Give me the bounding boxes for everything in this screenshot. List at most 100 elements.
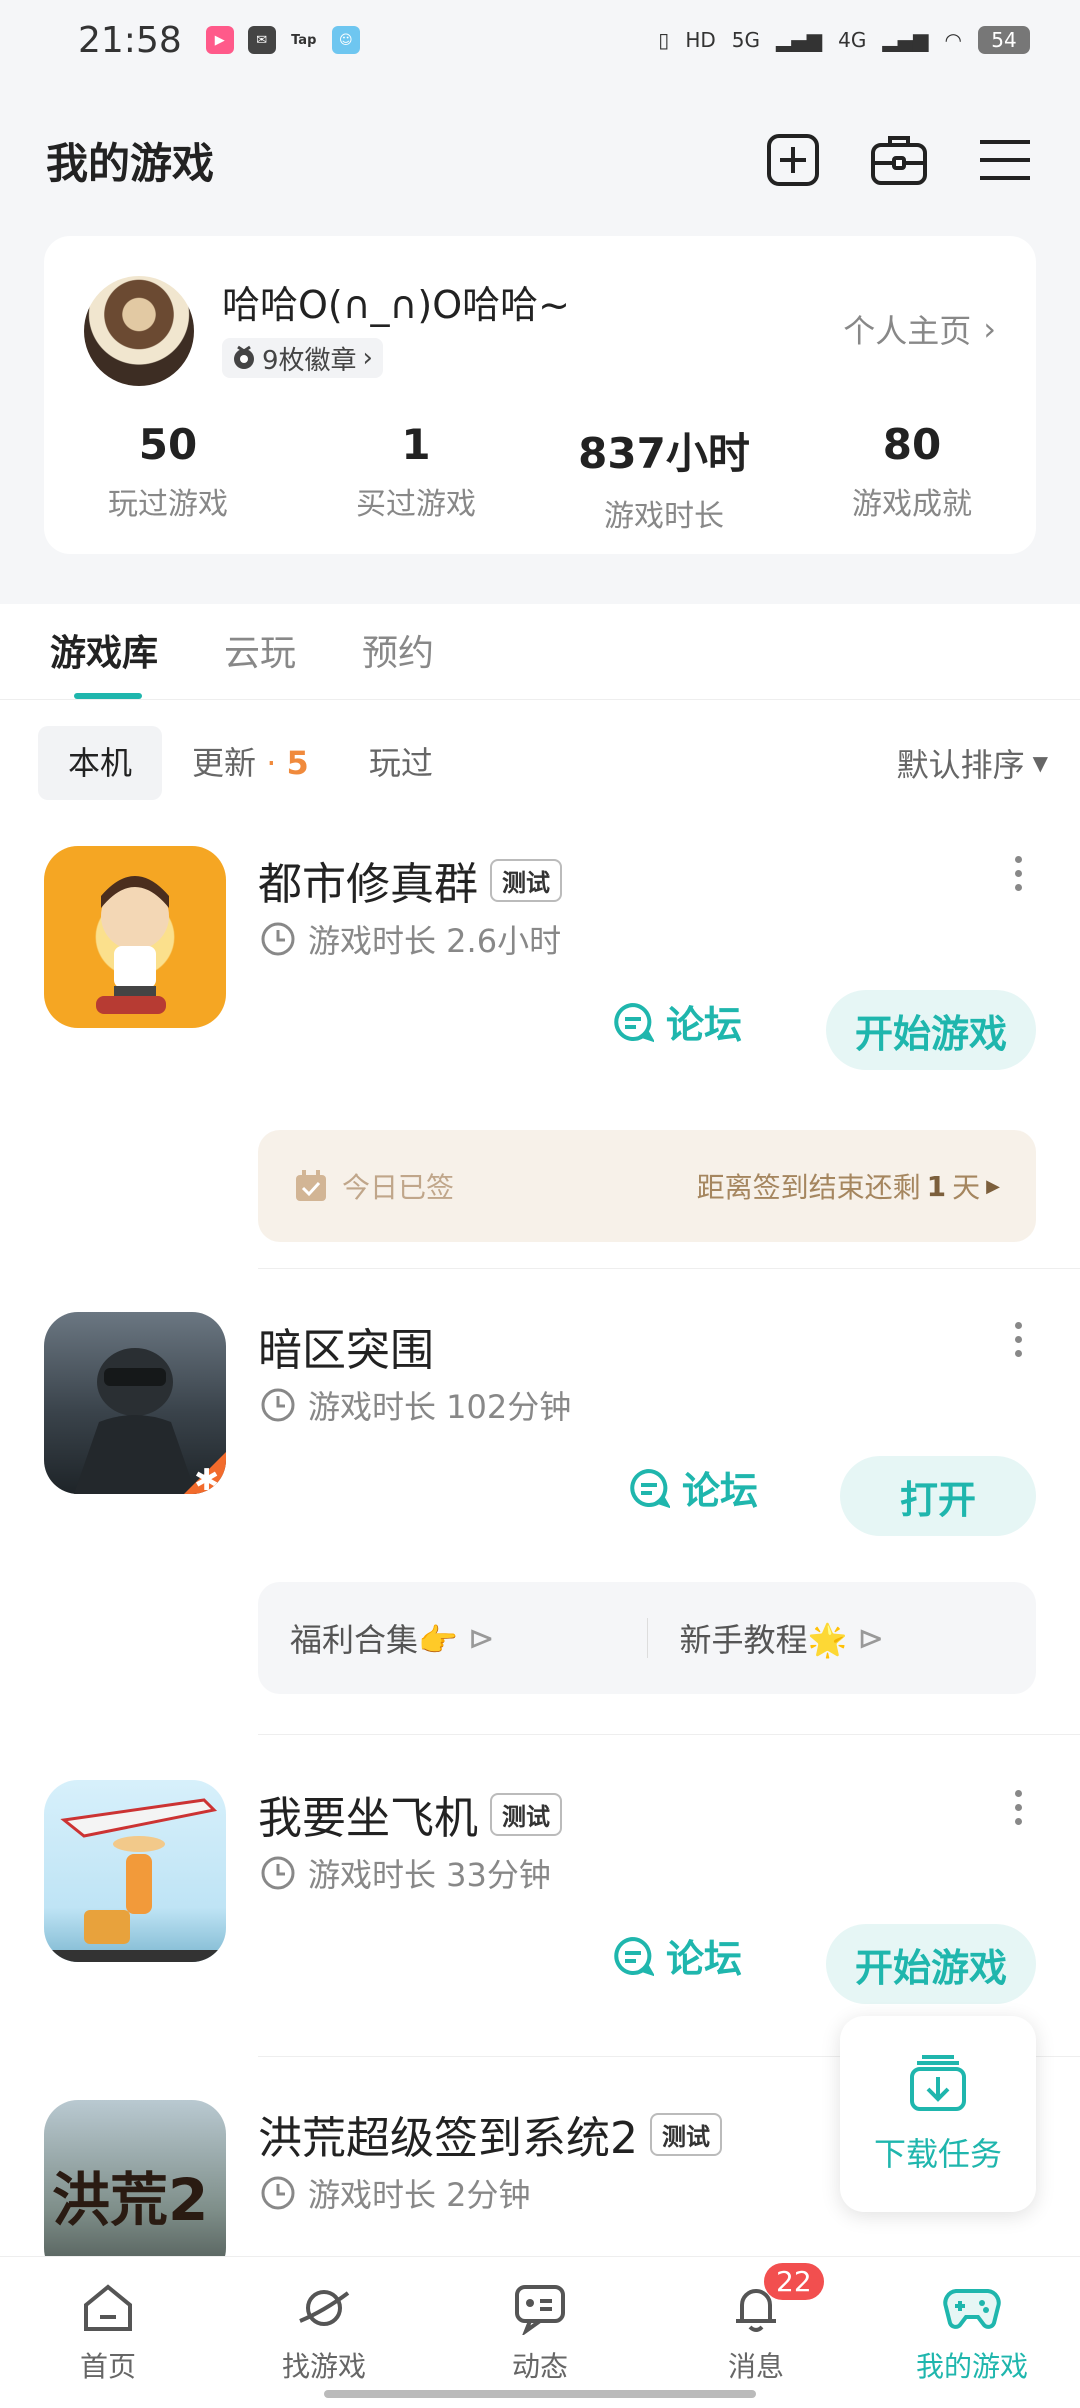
sign-remaining-prefix: 距离签到结束还剩 [696, 1171, 921, 1204]
filter-update-label: 更新 [192, 744, 257, 782]
stat-label: 买过游戏 [356, 487, 476, 522]
homepage-link[interactable]: 个人主页 › [843, 306, 996, 352]
more-options-icon[interactable] [1012, 856, 1024, 891]
tab-library[interactable]: 游戏库 [50, 604, 158, 699]
chat-icon [515, 2285, 565, 2335]
test-tag: 测试 [490, 1792, 562, 1836]
nav-label: 消息 [727, 2350, 784, 2383]
stat-achievements[interactable]: 80 游戏成就 [788, 420, 1036, 535]
game-icon[interactable]: 洪荒2 [44, 2100, 226, 2260]
start-game-button[interactable]: 开始游戏 [826, 1924, 1036, 2004]
game-name: 我要坐飞机 [258, 1793, 478, 1844]
clock-icon [261, 922, 295, 956]
download-icon [910, 2055, 966, 2111]
nav-find-game[interactable]: 找游戏 [216, 2257, 432, 2408]
filter-played[interactable]: 玩过 [339, 726, 463, 800]
tab-bar: 游戏库 云玩 预约 [0, 604, 1080, 700]
status-app-icons: ▶ ✉ Tap ☺ [205, 26, 360, 54]
badges-button[interactable]: 9枚徽章 › [222, 338, 383, 378]
game-playtime: 游戏时长 33分钟 [260, 1850, 551, 1896]
nav-label: 找游戏 [281, 2350, 366, 2383]
tab-reserve[interactable]: 预约 [362, 604, 434, 699]
filter-update-dot: · [266, 744, 277, 782]
sign-in-card[interactable]: 今日已签 距离签到结束还剩 1 天 ▶ [258, 1130, 1036, 1242]
network-4g-icon: 4G [838, 28, 867, 52]
chevron-circle-icon: ⊳ [857, 1619, 885, 1657]
stat-value: 80 [882, 420, 942, 469]
nav-label: 我的游戏 [915, 2350, 1028, 2383]
game-icon[interactable] [44, 846, 226, 1028]
forum-button[interactable]: 论坛 [612, 1928, 742, 1983]
game-icon[interactable] [44, 1780, 226, 1962]
wifi-icon: ◠ [944, 28, 962, 52]
nav-moments[interactable]: 动态 [432, 2257, 648, 2408]
homepage-label: 个人主页 [843, 312, 972, 350]
toolbox-icon [871, 136, 927, 185]
nav-label: 首页 [79, 2350, 136, 2383]
tutorial-link[interactable]: 新手教程🌟 ⊳ [648, 1615, 1037, 1661]
nav-home[interactable]: 首页 [0, 2257, 216, 2408]
test-tag: 测试 [490, 858, 562, 902]
svg-text:✱: ✱ [194, 1463, 219, 1494]
more-options-icon[interactable] [1012, 1790, 1024, 1825]
start-game-button[interactable]: 开始游戏 [826, 990, 1036, 1070]
stat-played[interactable]: 50 玩过游戏 [44, 420, 292, 535]
vibrate-icon: ▯ [658, 28, 670, 52]
forum-label: 论坛 [666, 1937, 743, 1981]
tab-cloud[interactable]: 云玩 [224, 604, 296, 699]
game-icon[interactable]: ✱ [44, 1312, 226, 1494]
open-game-button[interactable]: 打开 [840, 1456, 1036, 1536]
hd-icon: HD [685, 28, 716, 52]
divider [258, 1268, 1080, 1269]
game-title[interactable]: 我要坐飞机 测试 [258, 1782, 562, 1846]
username: 哈哈O(∩_∩)O哈哈~ [222, 283, 570, 327]
bottom-nav: 首页 找游戏 动态 22 消息 我的游戏 [0, 2256, 1080, 2408]
stat-value: 50 [138, 420, 198, 469]
game-title[interactable]: 都市修真群 测试 [258, 848, 562, 912]
nav-label: 动态 [511, 2350, 568, 2383]
stat-label: 游戏时长 [604, 499, 724, 534]
download-task-button[interactable]: 下载任务 [840, 2016, 1036, 2212]
welfare-link[interactable]: 福利合集👉 ⊳ [258, 1615, 647, 1661]
caret-right-icon: ▶ [986, 1175, 1000, 1197]
game-title[interactable]: 暗区突围 [258, 1314, 434, 1378]
filter-update[interactable]: 更新 · 5 [162, 726, 339, 800]
battery-icon: 54 [978, 26, 1030, 54]
forum-button[interactable]: 论坛 [628, 1460, 758, 1515]
forum-icon [614, 1002, 654, 1042]
sort-label: 默认排序 [896, 746, 1025, 784]
forum-button[interactable]: 论坛 [612, 994, 742, 1049]
filter-update-count: 5 [286, 744, 309, 782]
profile-card: 哈哈O(∩_∩)O哈哈~ 9枚徽章 › 个人主页 › 50 玩过游戏 1 买过游… [44, 236, 1036, 554]
nav-messages[interactable]: 22 消息 [648, 2257, 864, 2408]
avatar[interactable] [84, 276, 194, 386]
test-tag: 测试 [650, 2112, 722, 2156]
playtime-text: 游戏时长 33分钟 [308, 1856, 551, 1894]
page-title: 我的游戏 [46, 138, 215, 188]
toolbox-button[interactable] [870, 131, 928, 189]
nav-my-games[interactable]: 我的游戏 [864, 2257, 1080, 2408]
menu-button[interactable] [976, 131, 1034, 189]
stat-playtime[interactable]: 837小时 游戏时长 [540, 420, 788, 535]
bilibili-app-icon: ▶ [205, 26, 234, 54]
more-options-icon[interactable] [1012, 1322, 1024, 1357]
stat-label: 游戏成就 [852, 487, 972, 522]
game-playtime: 游戏时长 102分钟 [260, 1382, 571, 1428]
sort-dropdown[interactable]: 默认排序 ▼ [897, 740, 1048, 786]
filter-local[interactable]: 本机 [38, 726, 163, 800]
welfare-label: 福利合集👉 [290, 1621, 458, 1659]
forum-label: 论坛 [666, 1003, 743, 1047]
network-5g-icon: 5G [731, 28, 760, 52]
add-game-button[interactable] [764, 131, 822, 189]
message-app-icon: ✉ [247, 26, 276, 54]
stat-bought[interactable]: 1 买过游戏 [292, 420, 540, 535]
game-name: 暗区突围 [258, 1325, 434, 1376]
game-title[interactable]: 洪荒超级签到系统2 测试 [258, 2102, 722, 2166]
game-item: 我要坐飞机 测试 游戏时长 33分钟 论坛 开始游戏 [0, 1780, 1080, 2040]
game-name: 都市修真群 [258, 859, 478, 910]
signal-icon: ▂▄▆ [776, 28, 823, 52]
divider [258, 1734, 1080, 1735]
clock-icon [261, 2176, 295, 2210]
clock-icon [261, 1388, 295, 1422]
main-content: 游戏库 云玩 预约 本机 更新 · 5 玩过 默认排序 ▼ 都市修真群 测试 游… [0, 604, 1080, 2260]
